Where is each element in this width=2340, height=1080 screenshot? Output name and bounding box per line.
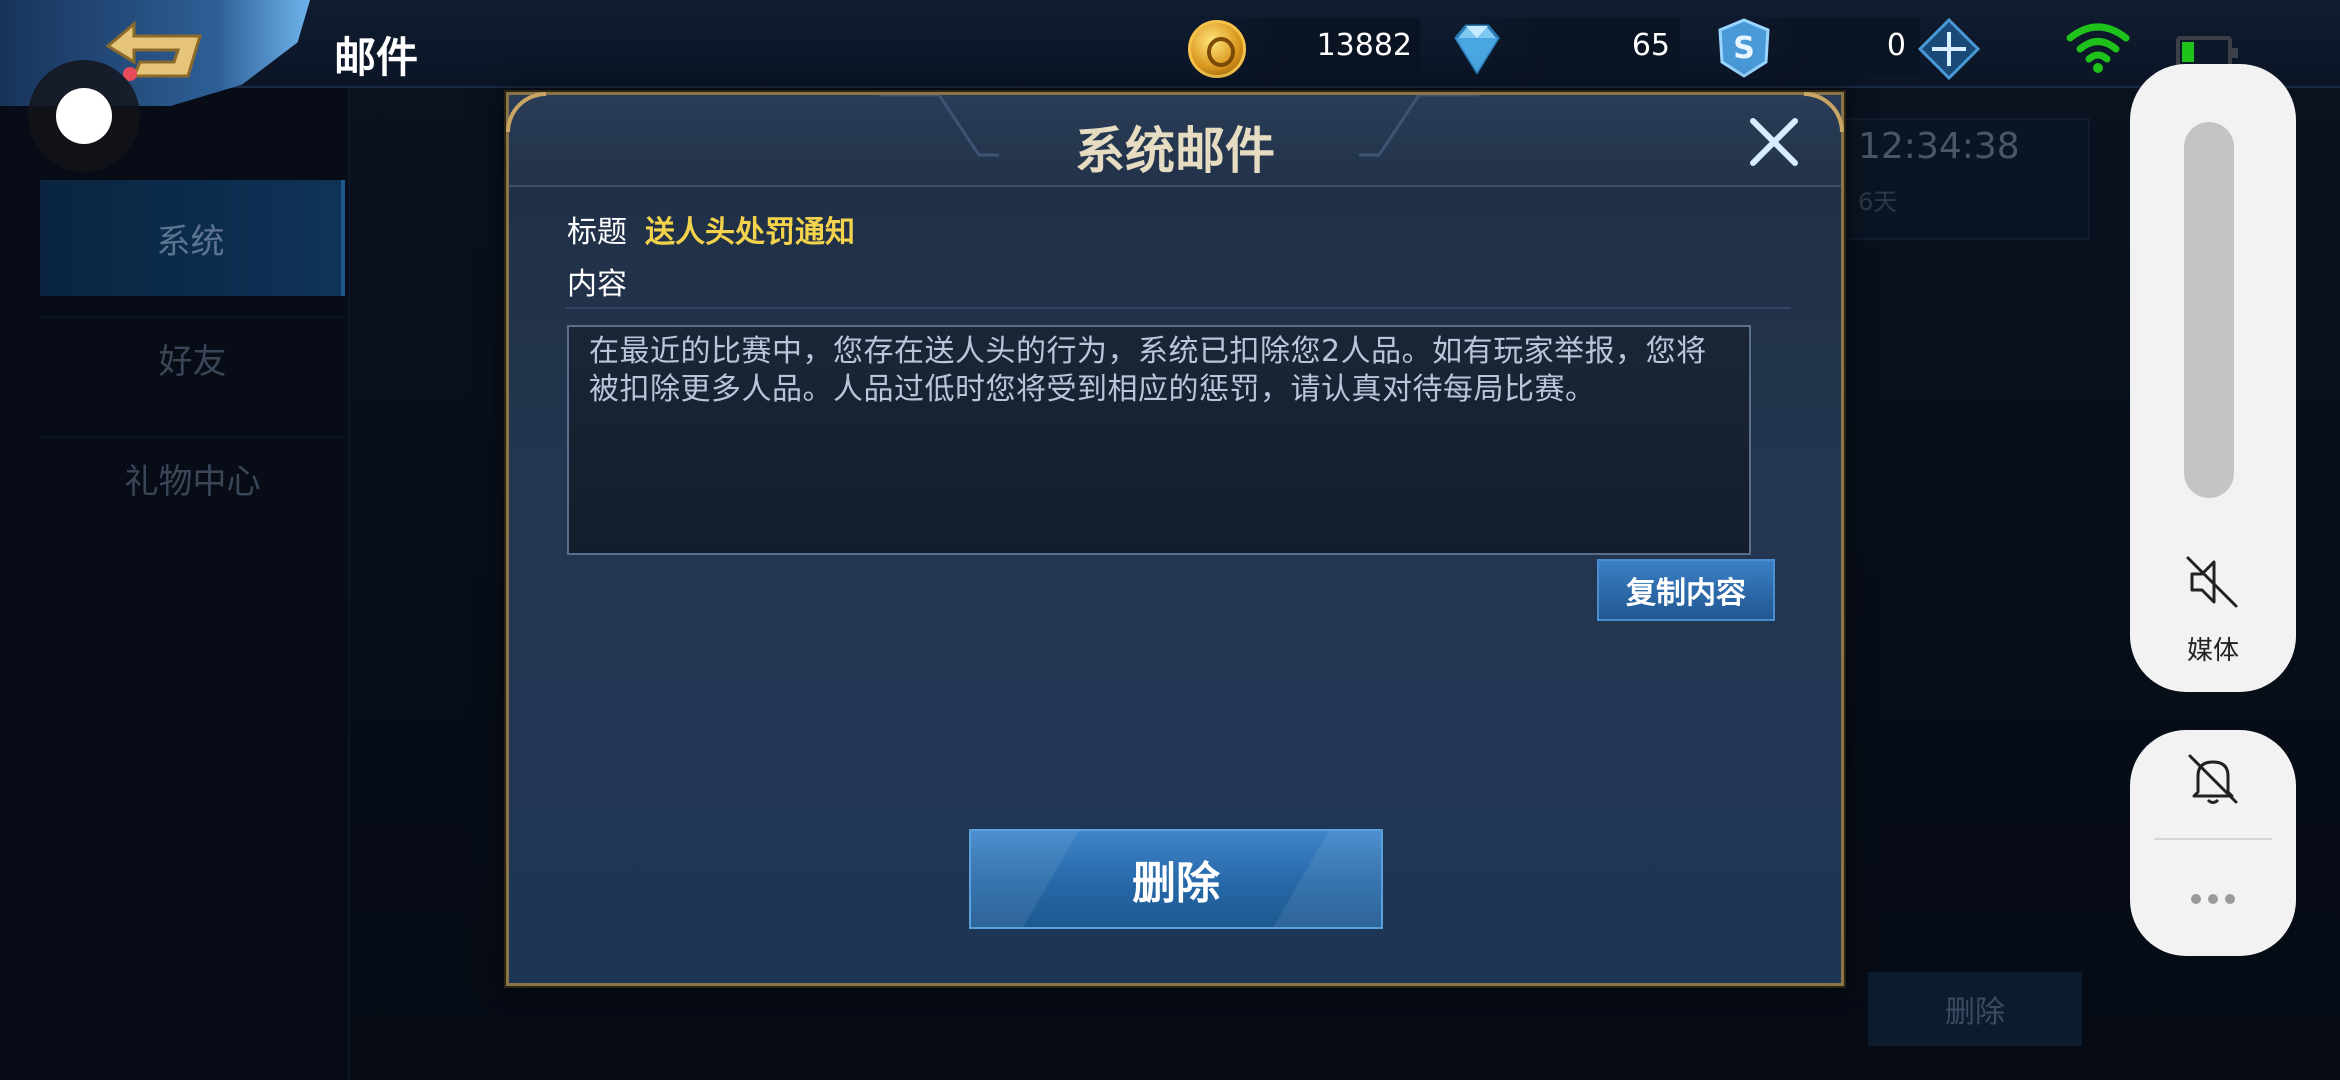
mail-content-box: 在最近的比赛中，您存在送人头的行为，系统已扣除您2人品。如有玩家举报，您将被扣除…: [567, 325, 1751, 555]
divider: [565, 307, 1791, 309]
sidebar-item-gift-center[interactable]: 礼物中心: [40, 420, 345, 536]
media-label: 媒体: [2186, 636, 2239, 666]
svg-text:S: S: [1733, 31, 1755, 66]
content-label: 内容: [567, 267, 627, 302]
background-delete-button[interactable]: 删除: [1868, 972, 2082, 1046]
divider: [2154, 838, 2272, 840]
sidebar: 系统 好友 礼物中心: [0, 88, 350, 1080]
bell-off-icon[interactable]: [2184, 750, 2242, 808]
diamond-amount: 65: [1631, 28, 1670, 63]
mail-expire: 6天: [1858, 188, 1898, 216]
voucher-amount: 0: [1886, 28, 1906, 63]
more-icon[interactable]: [2188, 890, 2238, 908]
mail-time: 12:34:38: [1858, 126, 2020, 167]
delete-button-label: 删除: [1132, 858, 1220, 909]
copy-content-button[interactable]: 复制内容: [1597, 559, 1775, 621]
dialog-header: 系统邮件: [509, 95, 1841, 187]
sidebar-item-friends[interactable]: 好友: [40, 300, 345, 416]
top-bar: 邮件 13882 65 S 0: [0, 0, 2340, 106]
mail-content-text: 在最近的比赛中，您存在送人头的行为，系统已扣除您2人品。如有玩家举报，您将被扣除…: [589, 334, 1707, 407]
sidebar-item-label: 好友: [158, 341, 227, 382]
voucher-icon: S: [1718, 18, 1770, 78]
page-title: 邮件: [334, 33, 419, 82]
add-icon[interactable]: [1918, 18, 1980, 80]
subject-label: 标题: [567, 215, 627, 250]
subject-value: 送人头处罚通知: [645, 215, 855, 250]
ringer-panel: [2130, 730, 2296, 956]
wifi-icon: [2066, 23, 2130, 73]
system-mail-dialog: 系统邮件 标题 送人头处罚通知 内容 在最近的比赛中，您存在送人头的行为，系统已…: [506, 92, 1844, 986]
assistive-touch-button[interactable]: [28, 60, 140, 172]
dialog-title: 系统邮件: [1075, 122, 1275, 180]
sidebar-item-label: 系统: [156, 221, 225, 262]
gold-coin-icon: [1188, 20, 1246, 78]
sidebar-item-system[interactable]: 系统: [40, 180, 345, 296]
speaker-muted-icon[interactable]: [2184, 554, 2240, 610]
volume-slider[interactable]: [2184, 122, 2234, 498]
sidebar-item-label: 礼物中心: [124, 461, 261, 502]
diamond-icon: [1454, 24, 1500, 75]
volume-panel: 媒体: [2130, 64, 2296, 692]
delete-button[interactable]: 删除: [969, 829, 1383, 929]
gold-amount: 13882: [1316, 28, 1412, 63]
close-icon[interactable]: [1745, 113, 1803, 171]
